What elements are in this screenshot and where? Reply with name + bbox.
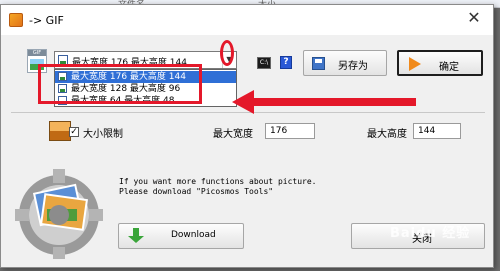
max-width-input[interactable]: 176	[265, 123, 315, 139]
max-height-label: 最大高度	[367, 129, 407, 140]
watermark: Baidu 经验	[390, 226, 471, 241]
floppy-disk-icon	[312, 57, 325, 70]
close-window-button[interactable]: ✕	[461, 7, 487, 31]
size-limit-label: 大小限制	[83, 129, 123, 140]
picosmos-gear-logo-icon	[15, 169, 103, 259]
title-bar: -> GIF ✕	[1, 5, 493, 35]
help-icon[interactable]: ?	[280, 56, 292, 69]
size-limit-icon	[49, 121, 71, 141]
app-icon	[9, 13, 23, 27]
arrow-right-icon	[409, 57, 421, 71]
command-prompt-icon[interactable]: C:\	[257, 57, 271, 69]
info-line-2: Please download "Picosmos Tools"	[119, 187, 274, 196]
max-width-label: 最大宽度	[213, 129, 253, 140]
save-as-button[interactable]: 另存为	[303, 50, 387, 76]
window-title: -> GIF	[29, 14, 64, 27]
info-line-1: If you want more functions about picture…	[119, 177, 317, 186]
info-text: If you want more functions about picture…	[119, 177, 316, 197]
max-height-input[interactable]: 144	[413, 123, 461, 139]
ok-button[interactable]: 确定	[397, 50, 483, 76]
size-limit-checkbox[interactable]: ✓	[69, 127, 79, 137]
download-arrow-icon	[128, 228, 144, 243]
annotation-ellipse	[220, 40, 234, 66]
download-button[interactable]: Download	[118, 223, 244, 249]
annotation-arrow-icon	[232, 90, 416, 114]
annotation-box	[38, 64, 202, 104]
